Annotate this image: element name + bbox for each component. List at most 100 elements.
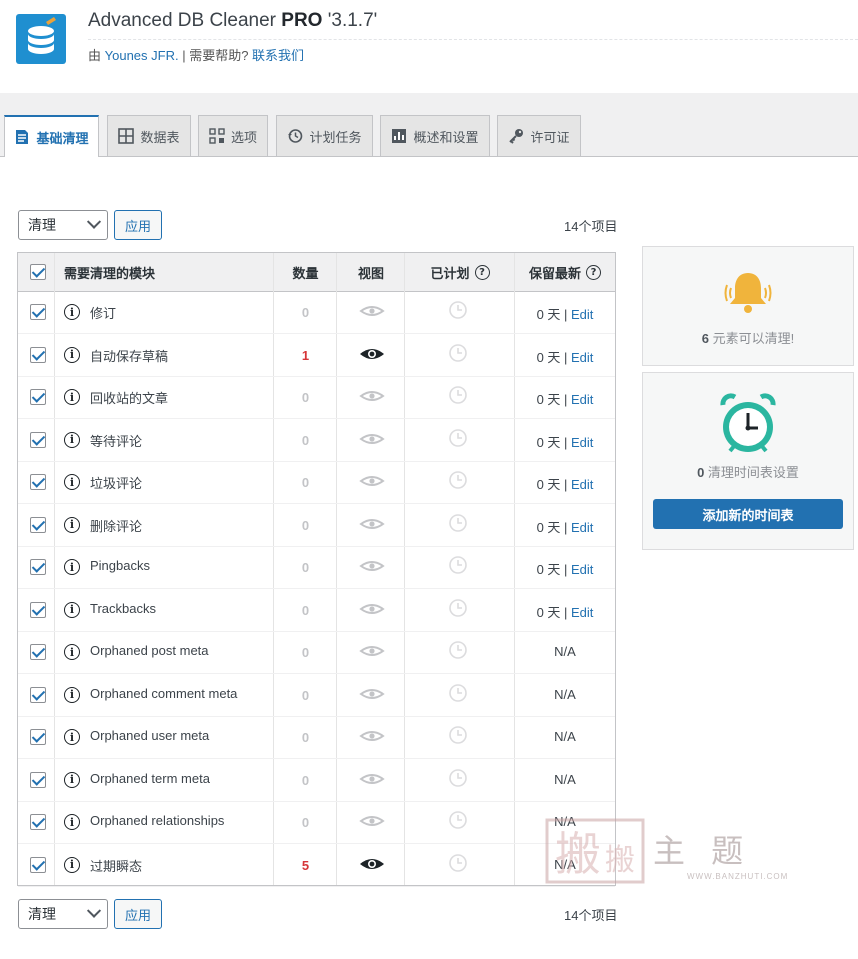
edit-link[interactable]: Edit [571, 350, 593, 365]
schedule-clock-icon [449, 768, 467, 787]
keep-last-cell: 0 天 | Edit [536, 349, 594, 365]
info-icon[interactable]: i [64, 686, 80, 703]
apply-button[interactable]: 应用 [114, 210, 162, 240]
schedule-clock-icon [449, 513, 467, 532]
contact-link[interactable]: 联系我们 [252, 48, 304, 63]
info-icon[interactable]: i [64, 346, 80, 363]
row-checkbox[interactable] [30, 304, 46, 320]
keep-last-cell: 0 天 | Edit [536, 562, 594, 577]
table-row: i 删除评论 0 0 天 | Edit [18, 504, 615, 547]
keep-value: 0 天 [536, 477, 561, 492]
tab-overview-settings[interactable]: 概述和设置 [380, 115, 490, 156]
plugin-title: Advanced DB Cleaner PRO '3.1.7' [88, 10, 378, 31]
edit-link[interactable]: Edit [571, 520, 593, 535]
cleanable-summary-box: 6 元素可以清理! [642, 246, 854, 366]
edit-link[interactable]: Edit [571, 562, 593, 577]
item-count[interactable]: 5 [274, 858, 337, 873]
tab-label: 概述和设置 [413, 129, 479, 145]
plugin-byline: 由 Younes JFR. | 需要帮助? 联系我们 [88, 48, 305, 63]
tab-scheduled-tasks[interactable]: 计划任务 [276, 115, 373, 156]
item-count: 0 [301, 517, 310, 533]
info-icon[interactable]: i [64, 431, 80, 448]
help-icon[interactable]: ? [586, 264, 601, 280]
keep-value: 0 天 [536, 604, 561, 620]
tab-tables[interactable]: 数据表 [107, 115, 191, 156]
info-icon[interactable]: i [64, 771, 80, 788]
keep-value: 0 天 [536, 349, 561, 365]
info-icon[interactable]: i [64, 729, 80, 745]
keep-value: 0 天 [536, 434, 561, 450]
keep-value: 0 天 [536, 562, 561, 577]
tab-label: 选项 [230, 129, 257, 145]
info-icon[interactable]: i [64, 644, 80, 660]
table-row: i Orphaned term meta 0 N/A [18, 759, 615, 802]
tab-options[interactable]: 选项 [198, 115, 268, 156]
row-checkbox[interactable] [30, 389, 46, 405]
help-icon[interactable]: ? [474, 264, 490, 280]
row-checkbox[interactable] [30, 474, 46, 490]
schedules-summary-text: 0 清理时间表设置 [697, 465, 799, 480]
row-checkbox[interactable] [30, 644, 46, 660]
edit-link[interactable]: Edit [571, 435, 593, 450]
info-icon[interactable]: i [64, 559, 80, 575]
module-name: Orphaned post meta [90, 643, 209, 658]
edit-link[interactable]: Edit [571, 307, 593, 322]
row-checkbox[interactable] [30, 431, 46, 448]
info-icon[interactable]: i [64, 474, 80, 490]
row-checkbox[interactable] [30, 771, 46, 788]
info-icon[interactable]: i [64, 389, 80, 405]
bulk-action-select-bottom[interactable]: 清理 [18, 899, 108, 929]
view-eye-icon [359, 391, 385, 401]
module-name: 垃圾评论 [90, 476, 143, 491]
schedule-clock-icon [449, 386, 467, 404]
item-count: 0 [301, 815, 310, 830]
item-count[interactable]: 1 [274, 348, 337, 363]
info-icon[interactable]: i [64, 516, 80, 533]
tab-label: 计划任务 [309, 129, 362, 145]
edit-link[interactable]: Edit [571, 392, 593, 407]
table-row: i 等待评论 0 0 天 | Edit [18, 419, 615, 462]
table-row: i 回收站的文章 0 0 天 | Edit [18, 376, 615, 419]
view-eye-icon [359, 603, 385, 614]
select-all-checkbox[interactable] [30, 264, 46, 280]
keep-value: N/A [554, 686, 576, 702]
add-schedule-button[interactable]: 添加新的时间表 [653, 499, 843, 529]
keep-last-cell: 0 天 | Edit [536, 434, 594, 450]
row-checkbox[interactable] [30, 686, 46, 703]
row-checkbox[interactable] [30, 856, 46, 873]
apply-button-bottom[interactable]: 应用 [114, 899, 162, 929]
view-eye-icon [359, 518, 385, 529]
info-icon[interactable]: i [64, 304, 80, 320]
tab-general-cleanup[interactable]: 基础清理 [4, 115, 99, 157]
row-checkbox[interactable] [30, 559, 46, 575]
row-checkbox[interactable] [30, 729, 46, 745]
view-eye-icon[interactable] [358, 346, 386, 362]
item-count: 0 [301, 687, 310, 703]
row-checkbox[interactable] [30, 516, 46, 533]
edit-link[interactable]: Edit [571, 605, 593, 620]
edit-link[interactable]: Edit [571, 477, 593, 492]
schedule-clock-icon [449, 301, 467, 319]
view-eye-icon [359, 476, 385, 486]
row-checkbox[interactable] [30, 814, 46, 830]
plugin-logo [16, 14, 66, 64]
module-name: 等待评论 [90, 433, 143, 449]
watermark: 搬 搬 主 题 WWW.BANZHUTI.COM [545, 818, 787, 884]
view-eye-icon [359, 306, 385, 316]
bulk-action-select[interactable]: 清理 [18, 210, 108, 240]
row-checkbox[interactable] [30, 601, 46, 618]
module-name: Orphaned relationships [90, 813, 225, 828]
row-checkbox[interactable] [30, 346, 46, 363]
cleanup-table: 需要清理的模块 数量 视图 已计划? 保留最新? i 修订 0 0 天 | Edit i… [17, 252, 616, 887]
column-count: 数量 [292, 265, 319, 281]
info-icon[interactable]: i [64, 856, 80, 873]
schedule-clock-icon [449, 598, 467, 617]
view-eye-icon[interactable] [358, 856, 386, 872]
author-link[interactable]: Younes JFR. [105, 48, 179, 63]
item-count: 0 [301, 390, 310, 405]
info-icon[interactable]: i [64, 601, 80, 618]
tab-license[interactable]: 许可证 [497, 115, 581, 156]
module-name: 回收站的文章 [90, 391, 169, 406]
module-name: Orphaned user meta [90, 728, 210, 743]
info-icon[interactable]: i [64, 814, 80, 830]
